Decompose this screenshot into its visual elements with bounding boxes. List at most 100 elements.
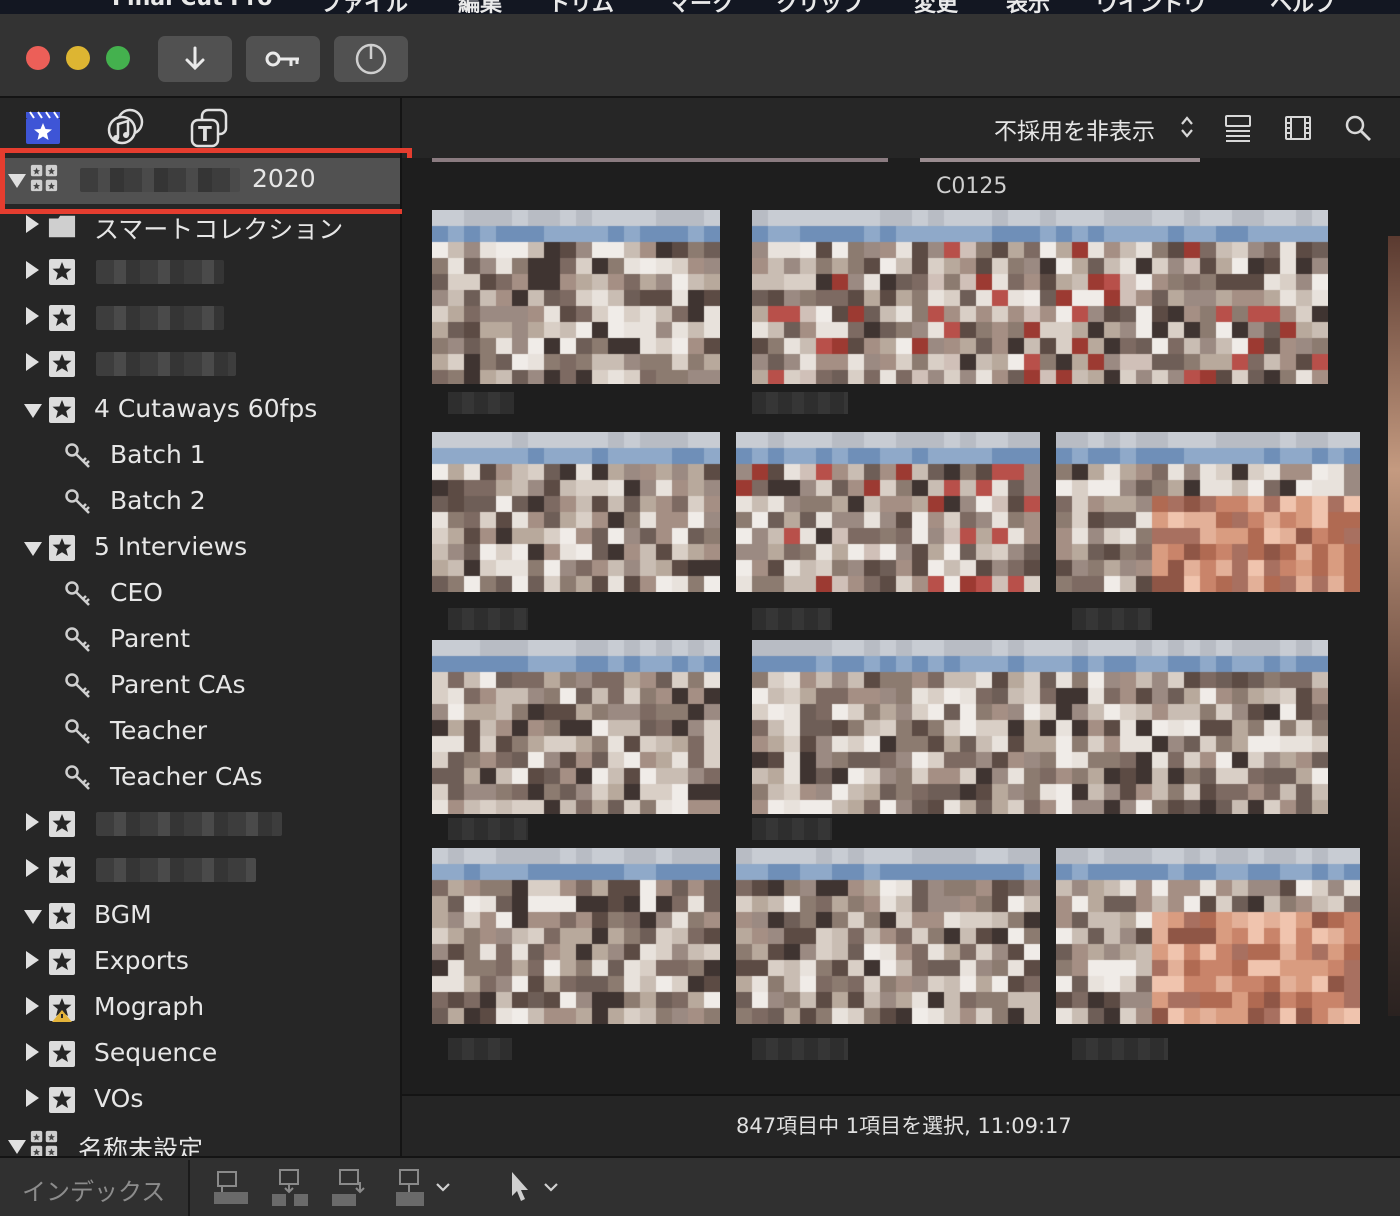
background-tasks-button[interactable] xyxy=(334,36,408,82)
connect-clip-icon[interactable] xyxy=(210,1168,252,1208)
keyword-key-icon xyxy=(65,443,90,468)
disclosure-triangle[interactable] xyxy=(26,1043,39,1061)
redacted-clip-caption xyxy=(752,392,848,414)
event-star-icon xyxy=(49,535,75,561)
clip-thumbnail[interactable] xyxy=(1056,848,1360,1024)
clip-appearance-icon[interactable] xyxy=(1284,114,1312,142)
redacted-event-name xyxy=(96,352,236,376)
redacted-event-name xyxy=(96,306,224,330)
event-label: Sequence xyxy=(94,1038,218,1067)
close-window-button[interactable] xyxy=(26,46,50,70)
index-button[interactable]: インデックス xyxy=(22,1172,165,1207)
keyword-label: Batch 2 xyxy=(110,486,206,515)
select-tool-icon[interactable] xyxy=(506,1170,534,1204)
insert-clip-icon[interactable] xyxy=(270,1168,312,1208)
disclosure-triangle[interactable] xyxy=(26,1089,39,1107)
disclosure-triangle[interactable] xyxy=(26,951,39,969)
menu-item[interactable]: 編集 xyxy=(458,0,502,14)
disclosure-triangle[interactable] xyxy=(26,261,39,279)
keyword-label: Parent xyxy=(110,624,191,653)
svg-text:T: T xyxy=(198,122,212,146)
event-row[interactable] xyxy=(0,296,400,340)
list-view-icon[interactable] xyxy=(1224,114,1252,142)
disclosure-triangle[interactable] xyxy=(26,859,39,877)
event-row[interactable]: 5 Interviews xyxy=(0,526,400,570)
libraries-icon[interactable] xyxy=(24,108,62,146)
disclosure-triangle[interactable] xyxy=(24,404,42,418)
photos-audio-icon[interactable] xyxy=(106,108,146,146)
event-row[interactable]: Sequence xyxy=(0,1032,400,1076)
event-row[interactable] xyxy=(0,848,400,892)
disclosure-triangle[interactable] xyxy=(26,813,39,831)
chevron-down-icon[interactable] xyxy=(542,1180,560,1194)
thumbnail-canvas xyxy=(1056,848,1360,1024)
clip-filmstrip-partial[interactable] xyxy=(920,158,1200,162)
keyword-collection-row[interactable]: Batch 1 xyxy=(0,434,400,478)
event-star-icon xyxy=(49,397,75,423)
disclosure-triangle[interactable] xyxy=(26,353,39,371)
import-button[interactable] xyxy=(158,36,232,82)
clip-thumbnail[interactable] xyxy=(1056,432,1360,592)
clip-thumbnail[interactable] xyxy=(432,848,720,1024)
event-row[interactable]: Exports xyxy=(0,940,400,984)
menu-item[interactable]: クリップ xyxy=(776,0,864,14)
event-row[interactable] xyxy=(0,250,400,294)
disclosure-triangle[interactable] xyxy=(8,1140,26,1154)
search-icon[interactable] xyxy=(1344,114,1372,142)
keyword-editor-button[interactable] xyxy=(246,36,320,82)
library-row[interactable]: 名称未設定 xyxy=(0,1124,400,1156)
minimize-window-button[interactable] xyxy=(66,46,90,70)
keyword-collection-row[interactable]: Batch 2 xyxy=(0,480,400,524)
clip-thumbnail[interactable] xyxy=(432,210,720,384)
clip-thumbnail[interactable] xyxy=(736,848,1040,1024)
menu-item[interactable]: 変更 xyxy=(914,0,958,14)
event-row[interactable] xyxy=(0,342,400,386)
disclosure-triangle[interactable] xyxy=(26,307,39,325)
chevron-updown-icon[interactable] xyxy=(1180,114,1194,140)
event-row[interactable]: 4 Cutaways 60fps xyxy=(0,388,400,432)
key-icon xyxy=(265,51,299,67)
titles-generators-icon[interactable]: T xyxy=(190,108,230,148)
redacted-clip-caption xyxy=(752,1038,848,1060)
append-clip-icon[interactable] xyxy=(330,1168,372,1208)
keyword-key-icon xyxy=(65,719,90,744)
redacted-clip-caption xyxy=(448,818,528,840)
hide-rejected-filter[interactable]: 不採用を非表示 xyxy=(994,112,1155,146)
event-row[interactable]: BGM xyxy=(0,894,400,938)
clip-thumbnail[interactable] xyxy=(752,640,1328,814)
clip-filmstrip-partial[interactable] xyxy=(432,158,888,162)
keyword-key-icon xyxy=(65,581,90,606)
event-warning-icon xyxy=(49,995,75,1022)
event-label: 4 Cutaways 60fps xyxy=(94,394,318,423)
clip-thumbnail[interactable] xyxy=(752,210,1328,384)
clip-thumbnail[interactable] xyxy=(736,432,1040,592)
menu-item[interactable]: ウインドウ xyxy=(1096,0,1206,14)
chevron-down-icon[interactable] xyxy=(434,1180,452,1194)
clip-thumbnail[interactable] xyxy=(432,640,720,814)
keyword-collection-row[interactable]: Teacher CAs xyxy=(0,756,400,800)
menu-item[interactable]: Final Cut Pro xyxy=(112,0,272,11)
keyword-collection-row[interactable]: CEO xyxy=(0,572,400,616)
redacted-clip-caption xyxy=(1072,608,1152,630)
keyword-collection-row[interactable]: Parent CAs xyxy=(0,664,400,708)
disclosure-triangle[interactable] xyxy=(24,910,42,924)
event-star-icon xyxy=(49,903,75,929)
menu-item[interactable]: 表示 xyxy=(1006,0,1050,14)
menu-item[interactable]: ファイル xyxy=(320,0,408,14)
disclosure-triangle[interactable] xyxy=(26,215,39,233)
event-row[interactable] xyxy=(0,802,400,846)
menu-item[interactable]: ヘルプ xyxy=(1270,0,1336,14)
keyword-label: Teacher xyxy=(110,716,207,745)
event-row[interactable]: VOs xyxy=(0,1078,400,1122)
event-row[interactable]: Mograph xyxy=(0,986,400,1030)
disclosure-triangle[interactable] xyxy=(26,997,39,1015)
menu-item[interactable]: マーク xyxy=(668,0,734,14)
clip-thumbnail[interactable] xyxy=(432,432,720,592)
keyword-collection-row[interactable]: Parent xyxy=(0,618,400,662)
menu-item[interactable]: トリム xyxy=(548,0,614,14)
zoom-window-button[interactable] xyxy=(106,46,130,70)
overwrite-clip-icon[interactable] xyxy=(390,1168,432,1208)
keyword-collection-row[interactable]: Teacher xyxy=(0,710,400,754)
thumbnail-canvas xyxy=(736,848,1040,1024)
disclosure-triangle[interactable] xyxy=(24,542,42,556)
